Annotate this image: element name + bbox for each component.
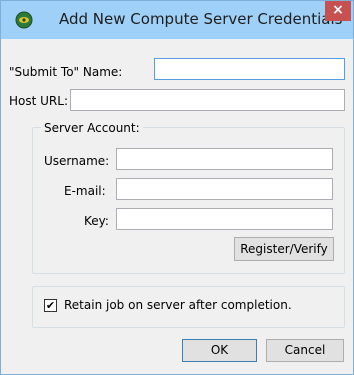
host-url-input[interactable] xyxy=(70,89,345,111)
register-verify-button[interactable]: Register/Verify xyxy=(234,237,334,261)
ok-button[interactable]: OK xyxy=(182,339,257,362)
submit-to-name-input[interactable] xyxy=(154,58,345,80)
dialog-body: "Submit To" Name: Host URL: Server Accou… xyxy=(1,39,353,374)
email-input[interactable] xyxy=(116,178,333,200)
title-bar[interactable]: Add New Compute Server Credentials × xyxy=(1,1,353,39)
submit-to-label: "Submit To" Name: xyxy=(9,65,123,79)
dialog-window: Add New Compute Server Credentials × "Su… xyxy=(0,0,354,375)
cancel-button[interactable]: Cancel xyxy=(266,339,344,362)
close-button[interactable]: × xyxy=(325,1,351,21)
key-input[interactable] xyxy=(116,208,333,230)
username-input[interactable] xyxy=(116,148,333,170)
retain-job-label[interactable]: Retain job on server after completion. xyxy=(64,298,292,312)
window-title: Add New Compute Server Credentials xyxy=(59,10,343,28)
retain-job-checkbox[interactable]: ✔ xyxy=(44,299,57,312)
email-label: E-mail: xyxy=(64,184,106,198)
username-label: Username: xyxy=(44,154,110,168)
server-account-legend: Server Account: xyxy=(41,121,143,135)
checkmark-icon: ✔ xyxy=(45,299,56,312)
key-label: Key: xyxy=(84,214,109,228)
app-logo-icon xyxy=(15,11,33,29)
host-url-label: Host URL: xyxy=(9,94,68,108)
close-icon: × xyxy=(332,2,344,18)
